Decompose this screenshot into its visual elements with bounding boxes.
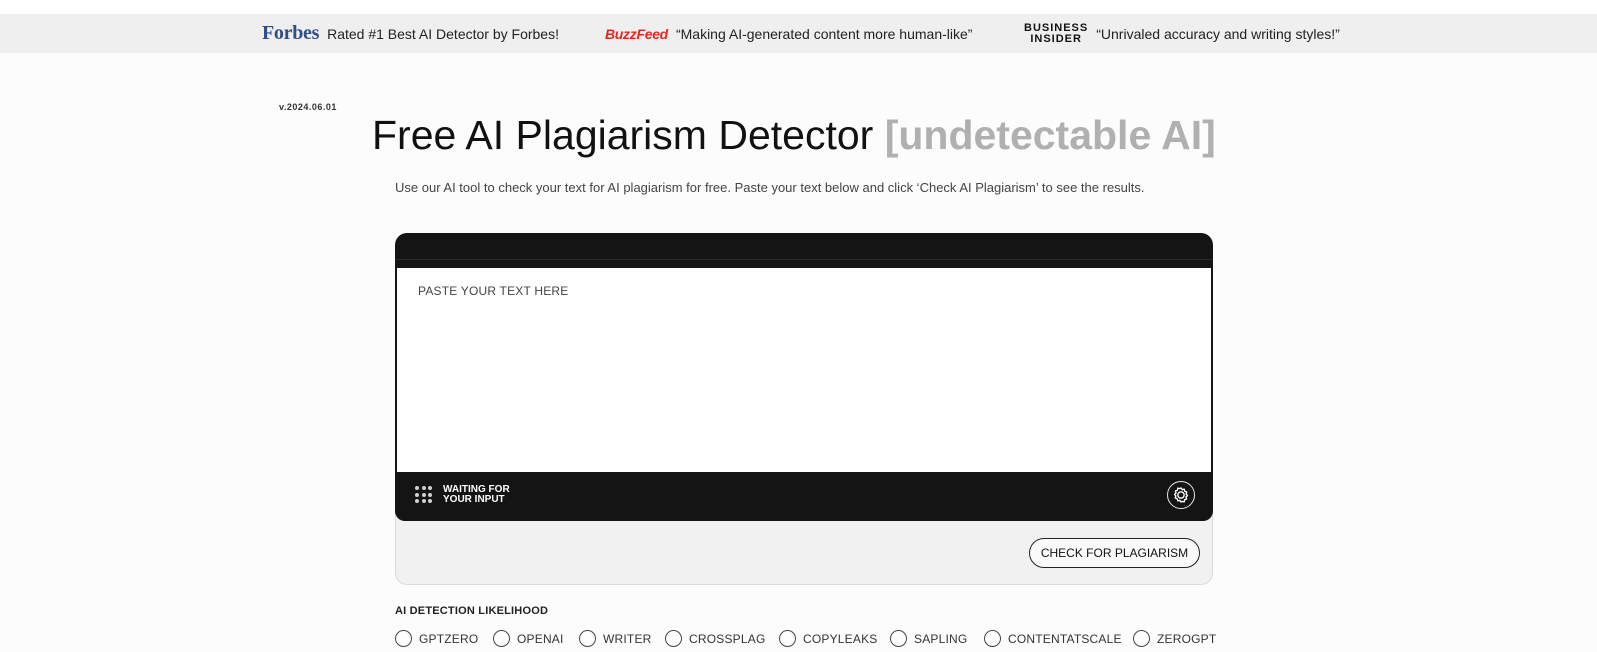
press-bar: Forbes Rated #1 Best AI Detector by Forb… <box>0 14 1597 53</box>
detector-label: OPENAI <box>517 631 564 646</box>
version-label: v.2024.06.01 <box>279 102 337 112</box>
forbes-logo: Forbes <box>262 22 320 44</box>
detector-label: ZEROGPT <box>1157 631 1217 646</box>
press-item-buzzfeed: BuzzFeed “Making AI-generated content mo… <box>605 14 972 53</box>
check-plagiarism-button[interactable]: CHECK FOR PLAGIARISM <box>1029 538 1200 568</box>
text-input[interactable] <box>397 268 1211 472</box>
page-title-accent: [undetectable AI] <box>884 112 1216 158</box>
detector-openai[interactable]: OPENAI <box>493 630 564 647</box>
detector-radio[interactable] <box>579 630 596 647</box>
detector-label: SAPLING <box>914 631 968 646</box>
editor-header-divider <box>395 259 1213 260</box>
forbes-quote: Rated #1 Best AI Detector by Forbes! <box>327 25 559 42</box>
business-insider-logo-line2: INSIDER <box>1030 32 1082 45</box>
settings-button[interactable] <box>1167 481 1195 509</box>
status-line-2: YOUR INPUT <box>443 494 505 505</box>
detector-copyleaks[interactable]: COPYLEAKS <box>779 630 878 647</box>
buzzfeed-quote: “Making AI-generated content more human-… <box>675 25 973 42</box>
editor-panel: WAITING FOR YOUR INPUT <box>395 233 1213 521</box>
detector-crossplag[interactable]: CROSSPLAG <box>665 630 766 647</box>
detector-writer[interactable]: WRITER <box>579 630 652 647</box>
business-insider-logo: BUSINESS INSIDER <box>1024 21 1089 45</box>
detector-radio[interactable] <box>1133 630 1150 647</box>
editor-card: WAITING FOR YOUR INPUT CHECK FOR PLAGIAR… <box>395 233 1213 585</box>
page-title: Free AI Plagiarism Detector [undetectabl… <box>372 112 1216 159</box>
buzzfeed-logo: BuzzFeed <box>605 25 668 42</box>
detector-zerogpt[interactable]: ZEROGPT <box>1133 630 1216 647</box>
gear-icon <box>1173 487 1189 503</box>
page-subtitle: Use our AI tool to check your text for A… <box>395 180 1145 195</box>
detector-list: GPTZERO OPENAI WRITER CROSSPLAG COPYLEAK… <box>395 630 1216 650</box>
business-insider-quote: “Unrivaled accuracy and writing styles!” <box>1096 25 1340 42</box>
detector-label: CONTENTATSCALE <box>1008 631 1122 646</box>
detector-radio[interactable] <box>395 630 412 647</box>
business-insider-logo-line1: BUSINESS <box>1024 21 1089 34</box>
detector-radio[interactable] <box>890 630 907 647</box>
press-item-business-insider: BUSINESS INSIDER “Unrivaled accuracy and… <box>1024 14 1340 53</box>
ai-detection-likelihood-label: AI DETECTION LIKELIHOOD <box>395 605 549 617</box>
detector-radio[interactable] <box>779 630 796 647</box>
detector-label: GPTZERO <box>419 631 479 646</box>
press-item-forbes: Forbes Rated #1 Best AI Detector by Forb… <box>262 14 559 53</box>
editor-footer: WAITING FOR YOUR INPUT <box>395 472 1213 521</box>
status-text: WAITING FOR YOUR INPUT <box>443 485 543 505</box>
detector-label: COPYLEAKS <box>803 631 878 646</box>
page-title-main: Free AI Plagiarism Detector <box>372 112 874 158</box>
detector-radio[interactable] <box>665 630 682 647</box>
detector-radio[interactable] <box>493 630 510 647</box>
detector-label: WRITER <box>603 631 652 646</box>
detector-label: CROSSPLAG <box>689 631 766 646</box>
dots-grid-icon <box>415 486 432 503</box>
detector-sapling[interactable]: SAPLING <box>890 630 967 647</box>
top-strip <box>0 0 1597 14</box>
detector-contentatscale[interactable]: CONTENTATSCALE <box>984 630 1122 647</box>
detector-gptzero[interactable]: GPTZERO <box>395 630 478 647</box>
detector-radio[interactable] <box>984 630 1001 647</box>
